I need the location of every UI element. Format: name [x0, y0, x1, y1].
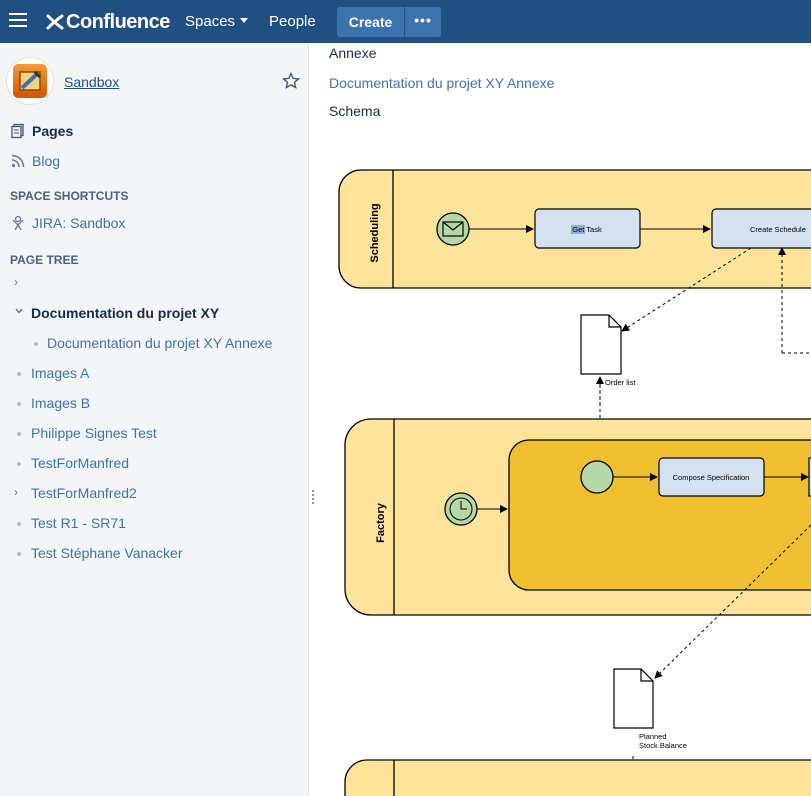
chevron-right-icon[interactable]: ›: [14, 485, 18, 499]
star-icon[interactable]: [282, 72, 300, 90]
space-name-link[interactable]: Sandbox: [64, 74, 119, 90]
rss-icon: [11, 154, 25, 168]
sidebar-blog-link[interactable]: Blog: [10, 153, 60, 169]
sidebar-pages-link[interactable]: Pages: [10, 123, 73, 139]
tree-item-child[interactable]: Documentation du projet XY Annexe: [47, 335, 272, 351]
third-lane: [344, 759, 811, 796]
create-button[interactable]: Create: [337, 7, 404, 37]
planned-stock-label-1: Planned: [639, 732, 667, 741]
create-more-button[interactable]: •••: [405, 7, 441, 37]
task-create-schedule-label: Create Schedule: [750, 225, 806, 234]
task-compose-specification[interactable]: Compose Specification: [658, 457, 765, 497]
blog-label: Blog: [32, 153, 61, 169]
order-list-document[interactable]: Order list: [580, 314, 636, 387]
tree-bullet: [17, 402, 21, 406]
tree-item-testformanfred2[interactable]: TestForManfred2: [31, 485, 137, 501]
confluence-x-icon: [46, 14, 64, 30]
sandbox-logo-icon: [13, 64, 47, 98]
space-avatar[interactable]: [6, 57, 54, 105]
pages-icon: [11, 123, 24, 139]
tree-item-current[interactable]: Documentation du projet XY: [31, 305, 219, 321]
tree-bullet: [17, 372, 21, 376]
jira-icon: [12, 215, 24, 231]
sidebar-resize-handle[interactable]: [312, 490, 314, 506]
scheduling-lane-label: Scheduling: [369, 203, 381, 262]
tree-item-test-r1[interactable]: Test R1 - SR71: [31, 515, 126, 531]
tree-item-testformanfred[interactable]: TestForManfred: [31, 455, 129, 471]
chevron-down-icon: [240, 18, 249, 23]
order-list-label: Order list: [605, 378, 636, 387]
space-shortcuts-heading: SPACE SHORTCUTS: [10, 189, 129, 203]
annexe-label: Annexe: [329, 45, 377, 61]
spaces-label: Spaces: [185, 13, 236, 30]
people-link[interactable]: People: [269, 13, 316, 30]
tree-bullet: [17, 552, 21, 556]
task-get[interactable]: Get Task: [534, 208, 641, 249]
tree-item-images-a[interactable]: Images A: [31, 365, 89, 381]
timer-start-event[interactable]: [444, 492, 478, 526]
tree-bullet: [17, 522, 21, 526]
chevron-down-icon[interactable]: [14, 305, 24, 319]
bpmn-diagram: Scheduling Get Task Create Schedule Orde…: [338, 169, 811, 796]
spaces-menu[interactable]: Spaces: [185, 13, 249, 30]
top-navigation-bar: Confluence Spaces People Create •••: [0, 0, 811, 43]
confluence-logo[interactable]: Confluence: [46, 9, 170, 35]
sidebar: Sandbox Pages Blog SPACE SHORTCUTS JIRA:…: [0, 43, 309, 796]
page-tree-heading: PAGE TREE: [10, 253, 79, 267]
subprocess-start-event[interactable]: [580, 460, 614, 494]
tree-bullet: [17, 462, 21, 466]
task-create-schedule[interactable]: Create Schedule: [711, 208, 811, 249]
message-start-event[interactable]: [436, 212, 470, 246]
logo-text: Confluence: [66, 10, 170, 33]
pages-label: Pages: [32, 123, 74, 139]
tree-item-images-b[interactable]: Images B: [31, 395, 90, 411]
tree-item-philippe[interactable]: Philippe Signes Test: [31, 425, 157, 441]
tree-bullet: [34, 342, 38, 346]
annexe-link[interactable]: Documentation du projet XY Annexe: [329, 75, 554, 91]
schema-label: Schema: [329, 103, 381, 119]
task-compose-label: Compose Specification: [673, 473, 750, 482]
tree-item-stephane[interactable]: Test Stéphane Vanacker: [31, 545, 183, 561]
factory-lane-label: Factory: [375, 502, 387, 543]
shortcut-jira-link[interactable]: JIRA: Sandbox: [10, 215, 125, 231]
tree-bullet: [17, 432, 21, 436]
jira-shortcut-label: JIRA: Sandbox: [32, 215, 126, 231]
hamburger-icon[interactable]: [9, 13, 27, 29]
chevron-right-icon[interactable]: ›: [14, 275, 18, 289]
planned-stock-label-2: Stock Balance: [639, 741, 687, 750]
planned-stock-document[interactable]: Planned Stock Balance: [613, 668, 687, 750]
task-get-label: Get Task: [572, 225, 602, 234]
